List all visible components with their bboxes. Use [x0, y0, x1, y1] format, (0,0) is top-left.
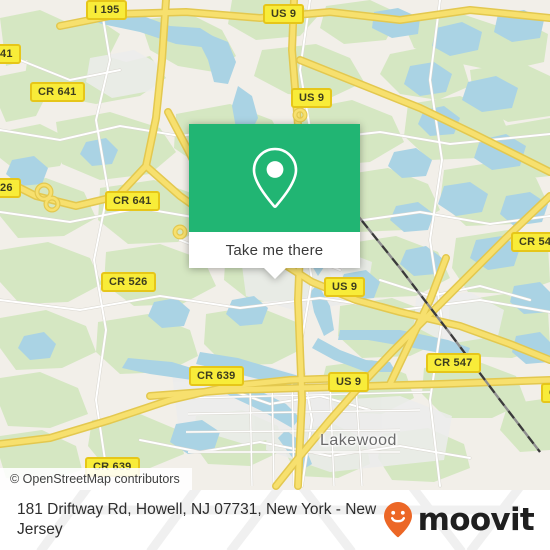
road-shield-label: 41: [0, 48, 13, 60]
moovit-wordmark: moovit: [417, 501, 535, 538]
place-label-lakewood: Lakewood: [320, 432, 397, 449]
road-shield-label: 26: [0, 182, 13, 194]
popup-card-tail: [263, 268, 286, 279]
road-shield-label: CR 639: [197, 370, 236, 382]
road-shield-label: CR 547: [519, 236, 550, 248]
popup-card-header: [189, 124, 360, 232]
osm-attribution[interactable]: © OpenStreetMap contributors: [0, 468, 192, 490]
shield-i-195: I 195: [86, 0, 128, 20]
road-shield-label: US 9: [332, 281, 358, 293]
map-canvas[interactable]: 41 I 195 CR 641 US 9 US 9 26 CR 641 CR 526 CR 54…: [0, 0, 550, 490]
road-shield-label: CR 641: [113, 195, 152, 207]
take-me-there-label: Take me there: [225, 241, 324, 259]
shield-cr-526: CR 526: [101, 272, 156, 292]
road-shield-label: US 9: [299, 92, 325, 104]
shield-us-9-middle: US 9: [324, 277, 366, 297]
road-shield-label: US 9: [271, 8, 297, 20]
map-screenshot-root: 41 I 195 CR 641 US 9 US 9 26 CR 641 CR 526 CR 54…: [0, 0, 550, 550]
road-shield-label: CR 547: [434, 357, 473, 369]
road-shield-label: US 9: [336, 376, 362, 388]
shield-right-edge-clipped: C: [541, 383, 550, 403]
moovit-smiley-pin-icon: [383, 502, 412, 538]
map-pin-icon: [252, 147, 297, 208]
shield-cr-641-middle: CR 641: [105, 191, 160, 211]
shield-us-9-top: US 9: [263, 4, 305, 24]
footer-bar: 181 Driftway Rd, Howell, NJ 07731, New Y…: [0, 490, 550, 550]
shield-cr-547: CR 547: [426, 353, 481, 373]
road-shield-label: CR 641: [38, 86, 77, 98]
shield-cr-526-clipped: 26: [0, 178, 21, 198]
road-shield-label: CR 526: [109, 276, 148, 288]
shield-us-9-upper: US 9: [291, 88, 333, 108]
popup-card-action[interactable]: Take me there: [189, 232, 360, 268]
shield-us-9-lakewood: US 9: [328, 372, 370, 392]
shield-cr-547-right-clipped: CR 547: [511, 232, 550, 252]
address-text: 181 Driftway Rd, Howell, NJ 07731, New Y…: [17, 501, 377, 538]
osm-attribution-text: © OpenStreetMap contributors: [10, 472, 180, 486]
road-shield-label: I 195: [94, 4, 120, 16]
shield-cr-639: CR 639: [189, 366, 244, 386]
moovit-logo[interactable]: moovit: [383, 501, 535, 539]
destination-popup-card[interactable]: Take me there: [189, 124, 360, 279]
shield-cr-641-upper-left: CR 641: [30, 82, 85, 102]
shield-cr-541-clipped: 41: [0, 44, 21, 64]
